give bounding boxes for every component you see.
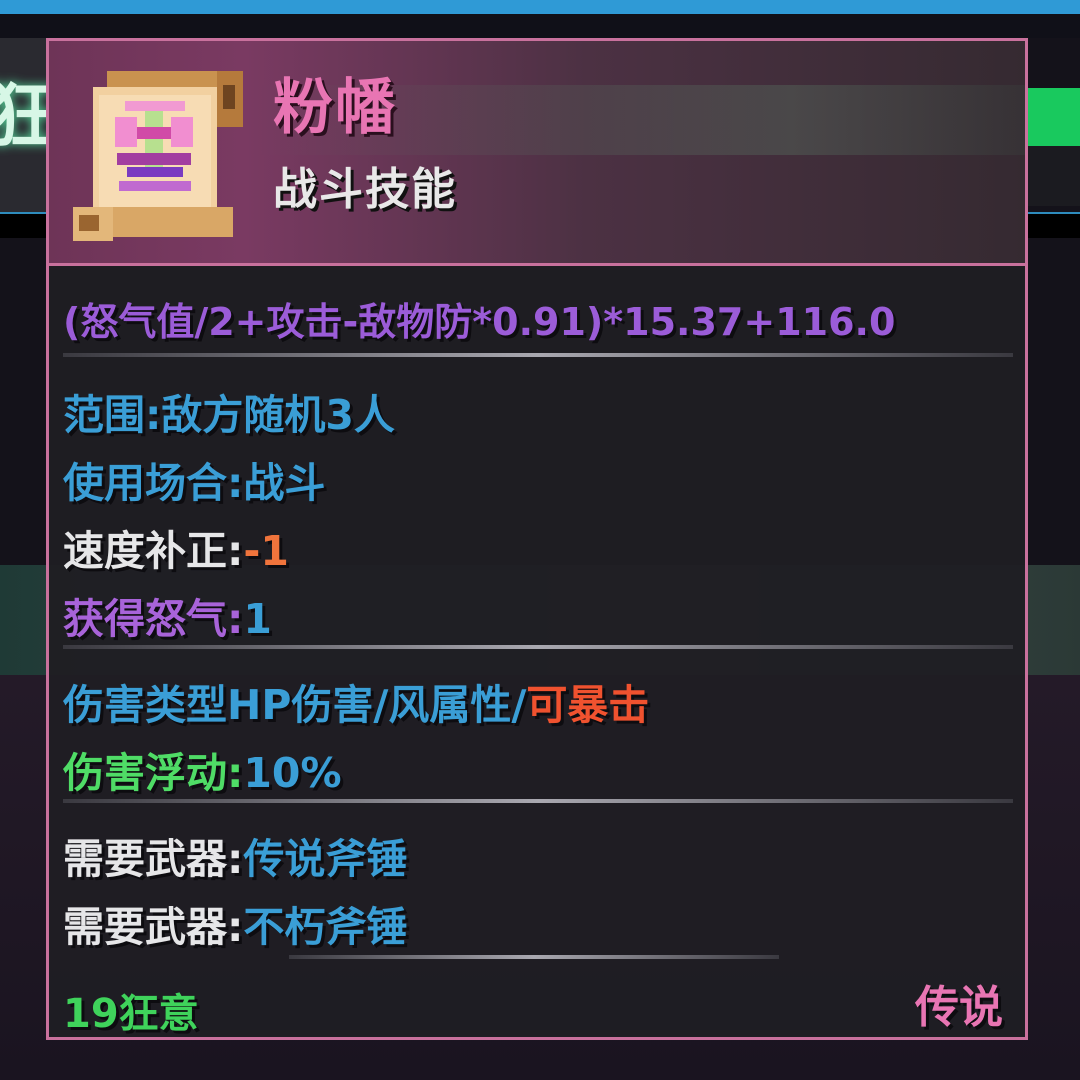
scroll-icon [73, 71, 243, 241]
weapon-row: 需要武器:不朽斧锤 [63, 893, 407, 953]
item-type: 战斗技能 [273, 164, 457, 215]
range-text: 范围:敌方随机3人 [63, 391, 395, 439]
damage-type-text: 伤害类型HP伤害/风属性/ [63, 681, 527, 729]
damage-float-value: 10% [243, 749, 342, 797]
rage-cost: 19狂意 [63, 991, 199, 1037]
speed-row: 速度补正:-1 [63, 517, 289, 577]
weapon-label: 需要武器: [63, 835, 244, 883]
divider [63, 353, 1013, 357]
weapon-label: 需要武器: [63, 903, 244, 951]
background-top-band [0, 14, 1080, 38]
rage-row: 获得怒气:1 [63, 585, 272, 645]
rage-label: 获得怒气: [63, 595, 244, 643]
background-green-bar [1024, 88, 1080, 146]
background-top-bar [0, 0, 1080, 14]
use-scene-text: 使用场合:战斗 [63, 459, 326, 507]
rage-value: 1 [243, 595, 272, 643]
skill-tooltip: 粉幡 战斗技能 (怒气值/2+攻击-敌物防*0.91)*15.37+116.0 … [46, 38, 1028, 1040]
tooltip-header: 粉幡 战斗技能 [49, 41, 1025, 266]
weapon-row: 需要武器:传说斧锤 [63, 825, 407, 885]
item-name: 粉幡 [273, 73, 397, 143]
background-right-panel [1024, 146, 1080, 206]
divider [63, 645, 1013, 649]
speed-label: 速度补正: [63, 527, 244, 575]
damage-formula: (怒气值/2+攻击-敌物防*0.91)*15.37+116.0 [63, 300, 896, 344]
damage-float-label: 伤害浮动: [63, 749, 244, 797]
divider [289, 955, 779, 959]
damage-float-row: 伤害浮动:10% [63, 739, 342, 799]
crit-text: 可暴击 [526, 681, 650, 729]
weapon-value: 不朽斧锤 [243, 903, 408, 951]
speed-value: -1 [243, 527, 289, 575]
damage-type-row: 伤害类型HP伤害/风属性/可暴击 [63, 671, 649, 731]
weapon-value: 传说斧锤 [243, 835, 408, 883]
rarity-label: 传说 [915, 982, 1003, 1033]
divider [63, 799, 1013, 803]
